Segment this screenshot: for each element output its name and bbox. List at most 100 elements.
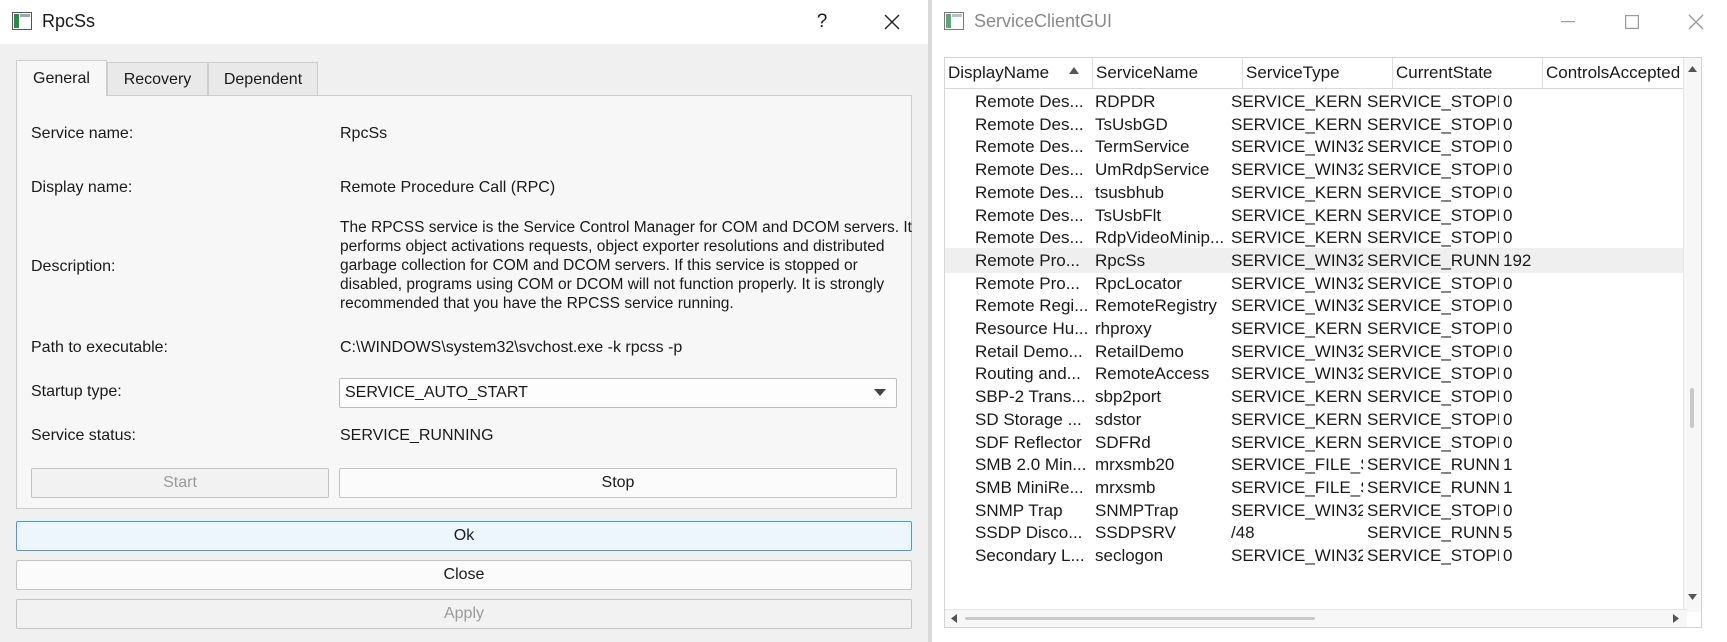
table-row[interactable]: SD Storage ... sdstor SERVICE_KERNE...SERV… — [945, 407, 1687, 432]
window-titlebar[interactable]: ServiceClientGUI — [932, 0, 1727, 44]
table-row[interactable]: SSDP Disco... SSDPSRV/48 SERVICE_RUNNI...5 — [945, 520, 1687, 545]
scroll-left-icon[interactable] — [951, 614, 957, 623]
window-close-button[interactable] — [1664, 0, 1727, 44]
app-window-icon — [12, 12, 32, 30]
column-header-controlsaccepted[interactable]: ControlsAccepted — [1543, 58, 1687, 88]
scroll-right-icon[interactable] — [1673, 614, 1679, 623]
table-cell-servicetype: SERVICE_WIN32... — [1231, 160, 1363, 180]
table-cell-servicetype: SERVICE_FILE_S... — [1231, 455, 1363, 475]
table-cell-servicetype: /48 — [1231, 523, 1255, 543]
table-cell-servicetype: SERVICE_WIN32... — [1231, 500, 1363, 520]
table-cell-servicetype: SERVICE_WIN32... — [1231, 341, 1363, 361]
table-cell-servicename: UmRdpService — [1095, 160, 1210, 180]
minimize-button[interactable] — [1536, 0, 1600, 44]
dialog-title: RpcSs — [42, 11, 96, 31]
table-cell-controlsaccepted: 0 — [1503, 160, 1513, 180]
table-cell-displayname: SMB MiniRe... — [975, 477, 1084, 497]
vertical-scrollbar[interactable] — [1683, 58, 1701, 612]
table-row[interactable]: Remote Des... RDPDR SERVICE_KERNE...SERVIC… — [945, 89, 1687, 114]
table-row[interactable]: SDF Reflector SDFRd SERVICE_KERNE...SERVIC… — [945, 430, 1687, 455]
column-header-servicename[interactable]: ServiceName — [1093, 58, 1243, 88]
table-row[interactable]: Remote Regi... RemoteRegistry SERVICE_WIN3… — [945, 293, 1687, 318]
table-row[interactable]: SBP-2 Trans... sbp2port SERVICE_KERNE...SE… — [945, 384, 1687, 409]
scroll-up-icon[interactable] — [1688, 66, 1697, 72]
column-header-currentstate[interactable]: CurrentState — [1393, 58, 1543, 88]
display-name-label: Display name: — [31, 179, 133, 196]
table-row[interactable]: Secondary L... seclogon SERVICE_WIN32...SE… — [945, 543, 1687, 568]
table-row[interactable]: Remote Des... TermService SERVICE_WIN32...… — [945, 134, 1687, 159]
tab-dependent[interactable]: Dependent — [208, 62, 318, 96]
apply-button[interactable]: Apply — [16, 599, 912, 629]
table-cell-displayname: Remote Des... — [975, 114, 1084, 134]
horizontal-scroll-thumb[interactable] — [965, 617, 1315, 620]
path-value: C:\WINDOWS\system32\svchost.exe -k rpcss… — [340, 339, 683, 356]
ok-button[interactable]: Ok — [16, 521, 912, 551]
table-cell-servicename: RpcSs — [1095, 250, 1146, 270]
display-name-value: Remote Procedure Call (RPC) — [340, 179, 556, 196]
column-header-label: CurrentState — [1396, 63, 1493, 82]
tab-recovery[interactable]: Recovery — [107, 62, 208, 96]
scroll-down-icon[interactable] — [1688, 594, 1697, 600]
table-cell-controlsaccepted: 0 — [1503, 205, 1513, 225]
table-cell-controlsaccepted: 192 — [1503, 250, 1532, 270]
table-cell-controlsaccepted: 0 — [1503, 182, 1513, 202]
close-button[interactable]: Close — [16, 560, 912, 590]
table-cell-displayname: SDF Reflector — [975, 432, 1082, 452]
table-cell-displayname: SMB 2.0 Min... — [975, 455, 1087, 475]
table-row[interactable]: Routing and... RemoteAccess SERVICE_WIN32.… — [945, 361, 1687, 386]
services-table[interactable]: DisplayName ServiceName ServiceType Curr… — [944, 57, 1702, 628]
table-cell-controlsaccepted: 0 — [1503, 228, 1513, 248]
table-cell-currentstate: SERVICE_RUNNI... — [1367, 477, 1499, 497]
description-label: Description: — [31, 258, 116, 275]
column-header-label: ServiceType — [1246, 63, 1340, 82]
table-cell-controlsaccepted: 0 — [1503, 296, 1513, 316]
close-button-label: Close — [443, 566, 485, 583]
close-icon — [884, 14, 900, 30]
start-button[interactable]: Start — [31, 468, 329, 498]
table-cell-displayname: Routing and... — [975, 364, 1081, 384]
startup-type-value: SERVICE_AUTO_START — [345, 384, 528, 401]
table-row[interactable]: Remote Des... tsusbhub SERVICE_KERNE...SER… — [945, 180, 1687, 205]
stop-button[interactable]: Stop — [339, 468, 897, 498]
table-cell-servicename: SSDPSRV — [1095, 523, 1176, 543]
table-cell-displayname: SSDP Disco... — [975, 523, 1083, 543]
table-cell-controlsaccepted: 0 — [1503, 387, 1513, 407]
table-cell-servicetype: SERVICE_KERNE... — [1231, 114, 1363, 134]
column-header-label: ServiceName — [1096, 63, 1199, 82]
table-cell-servicetype: SERVICE_WIN32... — [1231, 137, 1363, 157]
table-cell-servicename: SNMPTrap — [1095, 500, 1179, 520]
table-row[interactable]: Remote Des... TsUsbFlt SERVICE_KERNE...SER… — [945, 203, 1687, 228]
table-row[interactable]: Remote Pro... RpcLocator SERVICE_WIN32...S… — [945, 271, 1687, 296]
table-row[interactable]: Remote Des... TsUsbGD SERVICE_KERNE...SERV… — [945, 112, 1687, 137]
table-row[interactable]: Remote Des... RdpVideoMinip... SERVICE_KER… — [945, 225, 1687, 250]
table-cell-controlsaccepted: 0 — [1503, 432, 1513, 452]
table-body: Remote Des...RDPDRSERVICE_KERNE...SERVIC… — [945, 88, 1687, 612]
tab-general[interactable]: General — [16, 60, 107, 96]
table-row[interactable]: Resource Hu... rhproxy SERVICE_KERNE...SER… — [945, 316, 1687, 341]
dialog-titlebar[interactable]: RpcSs ? — [0, 0, 928, 44]
column-header-displayname[interactable]: DisplayName — [945, 58, 1093, 88]
help-button[interactable]: ? — [790, 0, 854, 44]
column-header-servicetype[interactable]: ServiceType — [1243, 58, 1393, 88]
start-button-label: Start — [163, 474, 197, 491]
table-cell-servicename: RpcLocator — [1095, 273, 1182, 293]
table-row[interactable]: SMB MiniRe... mrxsmb SERVICE_FILE_S...SERV… — [945, 475, 1687, 500]
maximize-button[interactable] — [1600, 0, 1664, 44]
table-cell-currentstate: SERVICE_STOPP... — [1367, 500, 1499, 520]
horizontal-scrollbar[interactable] — [945, 609, 1687, 627]
vertical-scroll-thumb[interactable] — [1690, 388, 1694, 428]
service-status-value: SERVICE_RUNNING — [340, 427, 494, 444]
table-row[interactable]: SNMP Trap SNMPTrap SERVICE_WIN32...SERVICE… — [945, 498, 1687, 523]
service-client-window: ServiceClientGUI DisplayName ServiceName… — [932, 0, 1727, 642]
window-title: ServiceClientGUI — [974, 11, 1113, 31]
table-row[interactable]: Remote Des... UmRdpService SERVICE_WIN32..… — [945, 157, 1687, 182]
table-row[interactable]: Remote Pro... RpcSs SERVICE_WIN32...SERVIC… — [945, 247, 1687, 273]
description-value: The RPCSS service is the Service Control… — [340, 219, 912, 312]
startup-type-select[interactable]: SERVICE_AUTO_START — [339, 378, 897, 408]
dialog-close-button[interactable] — [860, 0, 924, 44]
table-cell-currentstate: SERVICE_RUNNI... — [1367, 523, 1499, 543]
path-label: Path to executable: — [31, 339, 168, 356]
table-row[interactable]: SMB 2.0 Min... mrxsmb20 SERVICE_FILE_S...S… — [945, 452, 1687, 477]
sort-ascending-icon — [1069, 67, 1079, 74]
table-row[interactable]: Retail Demo... RetailDemo SERVICE_WIN32...… — [945, 339, 1687, 364]
